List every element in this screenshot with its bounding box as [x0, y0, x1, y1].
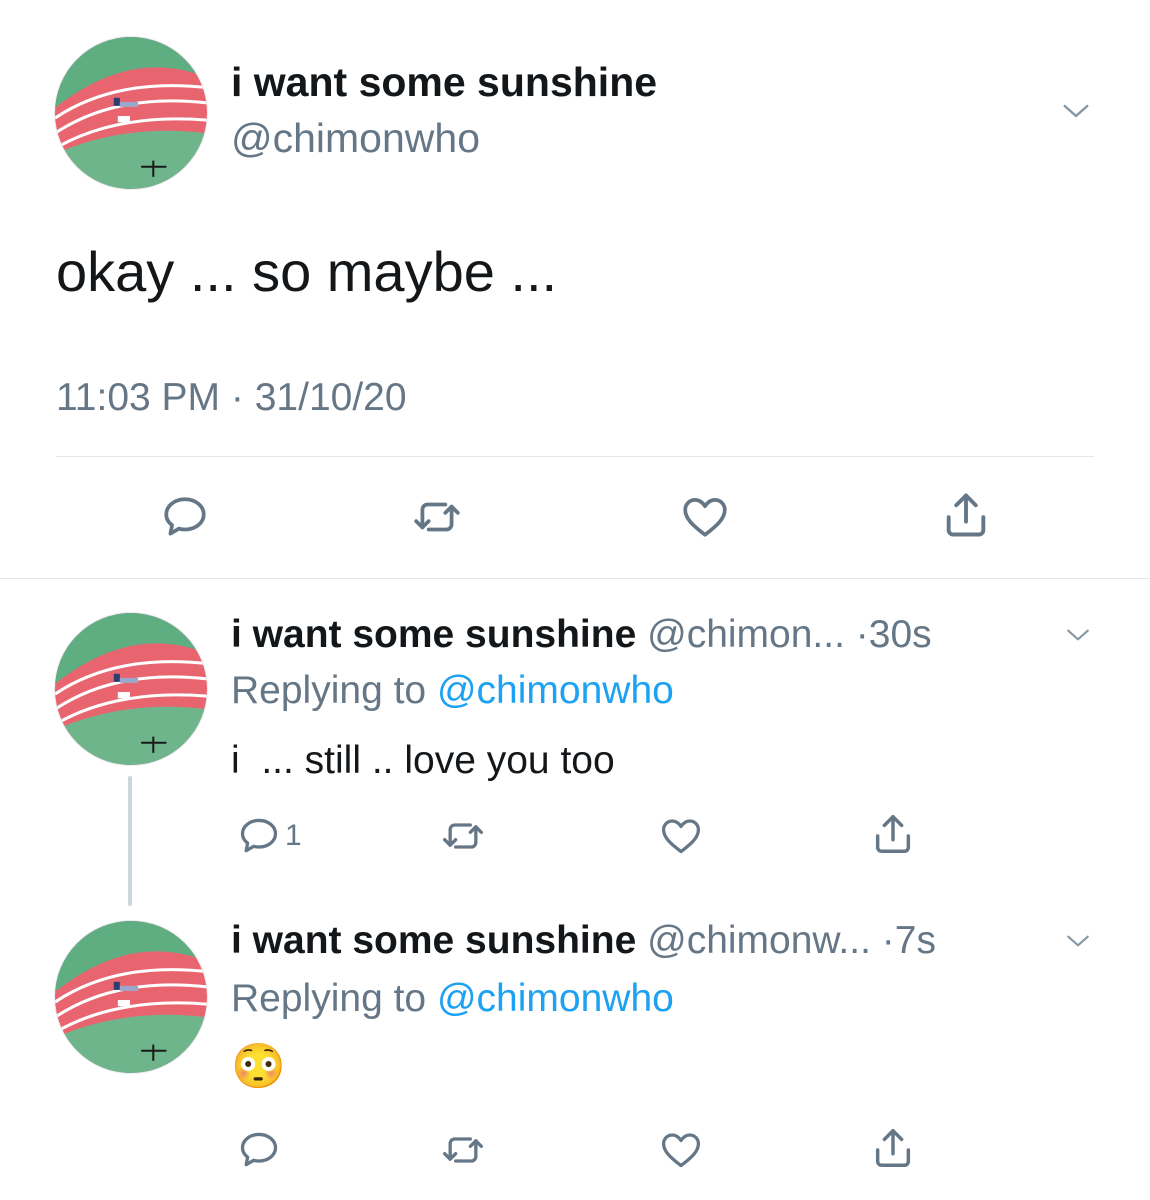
reply-icon[interactable] [160, 492, 210, 542]
separator-dot: · [230, 376, 244, 419]
tweet-age[interactable]: ·7s [882, 919, 936, 962]
chevron-down-icon[interactable] [1060, 622, 1096, 648]
replying-to: Replying to @chimonwho [231, 976, 674, 1022]
tweet-age[interactable]: ·30s [856, 613, 932, 656]
share-icon[interactable] [940, 488, 992, 542]
retweet-icon[interactable] [411, 492, 463, 542]
reply-icon[interactable] [237, 1128, 281, 1172]
handle[interactable]: @chimonw... [647, 919, 871, 962]
reply-text: i ... still .. love you too [231, 739, 615, 782]
chevron-down-icon[interactable] [1056, 96, 1096, 126]
tweet-time: 11:03 PM [56, 376, 221, 419]
reply-header: i want some sunshine @chimonw... ·7s [231, 918, 936, 964]
handle[interactable]: @chimon... [647, 613, 845, 656]
retweet-icon[interactable] [440, 814, 486, 858]
share-icon[interactable] [870, 810, 916, 858]
display-name[interactable]: i want some sunshine [231, 919, 636, 962]
avatar[interactable] [54, 920, 208, 1074]
avatar[interactable] [54, 36, 208, 190]
reply-header: i want some sunshine @chimon... ·30s [231, 612, 932, 658]
retweet-icon[interactable] [440, 1128, 486, 1172]
divider [56, 456, 1094, 457]
reply-icon[interactable]: 1 [237, 814, 302, 858]
heart-icon[interactable] [679, 492, 731, 542]
replying-to-label: Replying to [231, 977, 427, 1020]
replying-to: Replying to @chimonwho [231, 668, 674, 714]
heart-icon[interactable] [658, 814, 704, 858]
tweet-timestamp[interactable]: 11:03 PM · 31/10/20 [56, 374, 407, 422]
heart-icon[interactable] [658, 1128, 704, 1172]
mention-link[interactable]: @chimonwho [437, 669, 674, 712]
thread-line [128, 776, 132, 906]
chevron-down-icon[interactable] [1060, 928, 1096, 954]
flushed-face-emoji: 😳 [231, 1042, 286, 1091]
avatar[interactable] [54, 612, 208, 766]
handle[interactable]: @chimonwho [231, 114, 480, 162]
replying-to-label: Replying to [231, 669, 427, 712]
display-name[interactable]: i want some sunshine [231, 613, 636, 656]
tweet-text: okay ... so maybe ... [56, 240, 558, 303]
mention-link[interactable]: @chimonwho [437, 977, 674, 1020]
reply-count: 1 [285, 819, 302, 852]
display-name[interactable]: i want some sunshine [231, 58, 657, 106]
tweet-date: 31/10/20 [254, 376, 407, 419]
section-divider [0, 578, 1150, 579]
share-icon[interactable] [870, 1124, 916, 1172]
